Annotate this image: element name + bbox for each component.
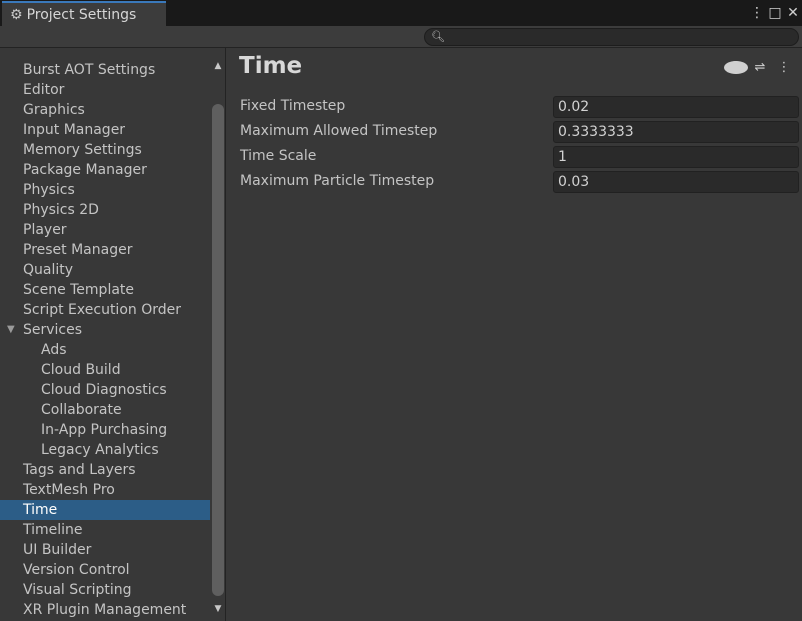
sidebar-item-tags-and-layers[interactable]: Tags and Layers: [0, 460, 210, 480]
sidebar-item-label: Visual Scripting: [23, 582, 132, 598]
sidebar-item-version-control[interactable]: Version Control: [0, 560, 210, 580]
sidebar-item-package-manager[interactable]: Package Manager: [0, 160, 210, 180]
maximum-allowed-timestep-field[interactable]: [553, 121, 799, 143]
sidebar-item-label: Script Execution Order: [23, 302, 181, 318]
sidebar-item-label: Preset Manager: [23, 242, 133, 258]
sidebar-item-visual-scripting[interactable]: Visual Scripting: [0, 580, 210, 600]
sidebar-item-cloud-build[interactable]: Cloud Build: [0, 360, 210, 380]
settings-sidebar: Burst AOT Settings Editor Graphics Input Ma…: [0, 48, 226, 621]
time-scale-field[interactable]: [553, 146, 799, 168]
sidebar-item-input-manager[interactable]: Input Manager: [0, 120, 210, 140]
sidebar-item-label: Collaborate: [41, 402, 122, 418]
window-controls: ⋮ □ ✕: [748, 3, 802, 23]
sidebar-item-graphics[interactable]: Graphics: [0, 100, 210, 120]
sidebar-item-burst-aot-settings[interactable]: Burst AOT Settings: [0, 60, 210, 80]
toolbar: 🔍︎: [0, 26, 802, 48]
sidebar-item-label: Graphics: [23, 102, 85, 118]
sidebar-item-label: Editor: [23, 82, 65, 98]
sidebar-item-label: UI Builder: [23, 542, 92, 558]
property-label: Maximum Allowed Timestep: [240, 123, 438, 139]
sidebar-scrollbar[interactable]: ▲ ▼: [210, 56, 225, 621]
expand-triangle-icon[interactable]: ▼: [7, 320, 15, 340]
sidebar-item-label: Services: [23, 322, 83, 338]
sidebar-item-legacy-analytics[interactable]: Legacy Analytics: [0, 440, 210, 460]
sidebar-item-label: Player: [23, 222, 67, 238]
sidebar-item-quality[interactable]: Quality: [0, 260, 210, 280]
more-icon[interactable]: ⋮: [772, 60, 796, 75]
sidebar-item-memory-settings[interactable]: Memory Settings: [0, 140, 210, 160]
sidebar-item-preset-manager[interactable]: Preset Manager: [0, 240, 210, 260]
sidebar-item-editor[interactable]: Editor: [0, 80, 210, 100]
property-row-time-scale: Time Scale: [240, 146, 800, 171]
sidebar-item-label: Scene Template: [23, 282, 135, 298]
maximum-particle-timestep-field[interactable]: [553, 171, 799, 193]
sidebar-item-ui-builder[interactable]: UI Builder: [0, 540, 210, 560]
property-row-maximum-allowed-timestep: Maximum Allowed Timestep: [240, 121, 800, 146]
property-label: Maximum Particle Timestep: [240, 173, 435, 189]
property-row-maximum-particle-timestep: Maximum Particle Timestep: [240, 171, 800, 196]
sidebar-item-physics[interactable]: Physics: [0, 180, 210, 200]
sidebar-item-cloud-diagnostics[interactable]: Cloud Diagnostics: [0, 380, 210, 400]
sidebar-item-label: Version Control: [23, 562, 130, 578]
sidebar-item-label: Time: [23, 502, 58, 518]
sidebar-item-label: Cloud Diagnostics: [41, 382, 167, 398]
sidebar-item-label: Ads: [41, 342, 67, 358]
sidebar-item-label: Physics: [23, 182, 75, 198]
search-input[interactable]: [445, 29, 790, 45]
sidebar-item-in-app-purchasing[interactable]: In-App Purchasing: [0, 420, 210, 440]
sidebar-list: Burst AOT Settings Editor Graphics Input Ma…: [0, 60, 210, 620]
sidebar-item-scene-template[interactable]: Scene Template: [0, 280, 210, 300]
sidebar-item-label: Tags and Layers: [23, 462, 136, 478]
tab-title: Project Settings: [26, 6, 137, 23]
sidebar-item-label: Package Manager: [23, 162, 147, 178]
title-bar: ⚙ Project Settings ⋮ □ ✕: [0, 0, 802, 26]
settings-panel: Time ? ⇌ ⋮ Fixed Timestep Maximum Allowed…: [227, 48, 802, 621]
sidebar-item-services[interactable]: ▼ Services: [0, 320, 210, 340]
help-icon[interactable]: ?: [724, 60, 748, 75]
sidebar-item-textmesh-pro[interactable]: TextMesh Pro: [0, 480, 210, 500]
property-row-fixed-timestep: Fixed Timestep: [240, 96, 800, 121]
sidebar-item-label: Timeline: [23, 522, 83, 538]
header-actions: ? ⇌ ⋮: [724, 60, 796, 75]
sidebar-item-script-execution-order[interactable]: Script Execution Order: [0, 300, 210, 320]
sidebar-item-ads[interactable]: Ads: [0, 340, 210, 360]
sidebar-item-label: XR Plugin Management: [23, 602, 187, 618]
more-icon[interactable]: ⋮: [748, 3, 766, 23]
sidebar-item-player[interactable]: Player: [0, 220, 210, 240]
scroll-thumb[interactable]: [212, 104, 224, 596]
search-icon: 🔍︎: [431, 30, 445, 43]
sidebar-item-timeline[interactable]: Timeline: [0, 520, 210, 540]
sidebar-item-label: In-App Purchasing: [41, 422, 168, 438]
fixed-timestep-field[interactable]: [553, 96, 799, 118]
sidebar-item-physics-2d[interactable]: Physics 2D: [0, 200, 210, 220]
sidebar-item-label: Physics 2D: [23, 202, 99, 218]
sidebar-item-label: Legacy Analytics: [41, 442, 159, 458]
tab-project-settings[interactable]: ⚙ Project Settings: [2, 1, 166, 26]
sidebar-item-label: Memory Settings: [23, 142, 142, 158]
close-icon[interactable]: ✕: [784, 3, 802, 23]
sidebar-item-label: Quality: [23, 262, 74, 278]
sidebar-item-time[interactable]: Time: [0, 500, 210, 520]
sidebar-item-collaborate[interactable]: Collaborate: [0, 400, 210, 420]
property-label: Fixed Timestep: [240, 98, 346, 114]
sidebar-item-label: TextMesh Pro: [23, 482, 115, 498]
scroll-down-icon[interactable]: ▼: [212, 603, 224, 615]
gear-icon: ⚙: [10, 6, 23, 23]
page-title: Time: [239, 53, 303, 79]
sidebar-item-label: Input Manager: [23, 122, 126, 138]
preset-icon[interactable]: ⇌: [748, 60, 772, 75]
sidebar-item-label: Cloud Build: [41, 362, 121, 378]
sidebar-item-xr-plugin-management[interactable]: XR Plugin Management: [0, 600, 210, 620]
search-box[interactable]: 🔍︎: [424, 28, 799, 46]
scroll-up-icon[interactable]: ▲: [212, 60, 224, 72]
sidebar-item-label: Burst AOT Settings: [23, 62, 156, 78]
maximize-icon[interactable]: □: [766, 3, 784, 23]
property-label: Time Scale: [240, 148, 317, 164]
time-properties: Fixed Timestep Maximum Allowed Timestep Ti…: [240, 96, 800, 196]
